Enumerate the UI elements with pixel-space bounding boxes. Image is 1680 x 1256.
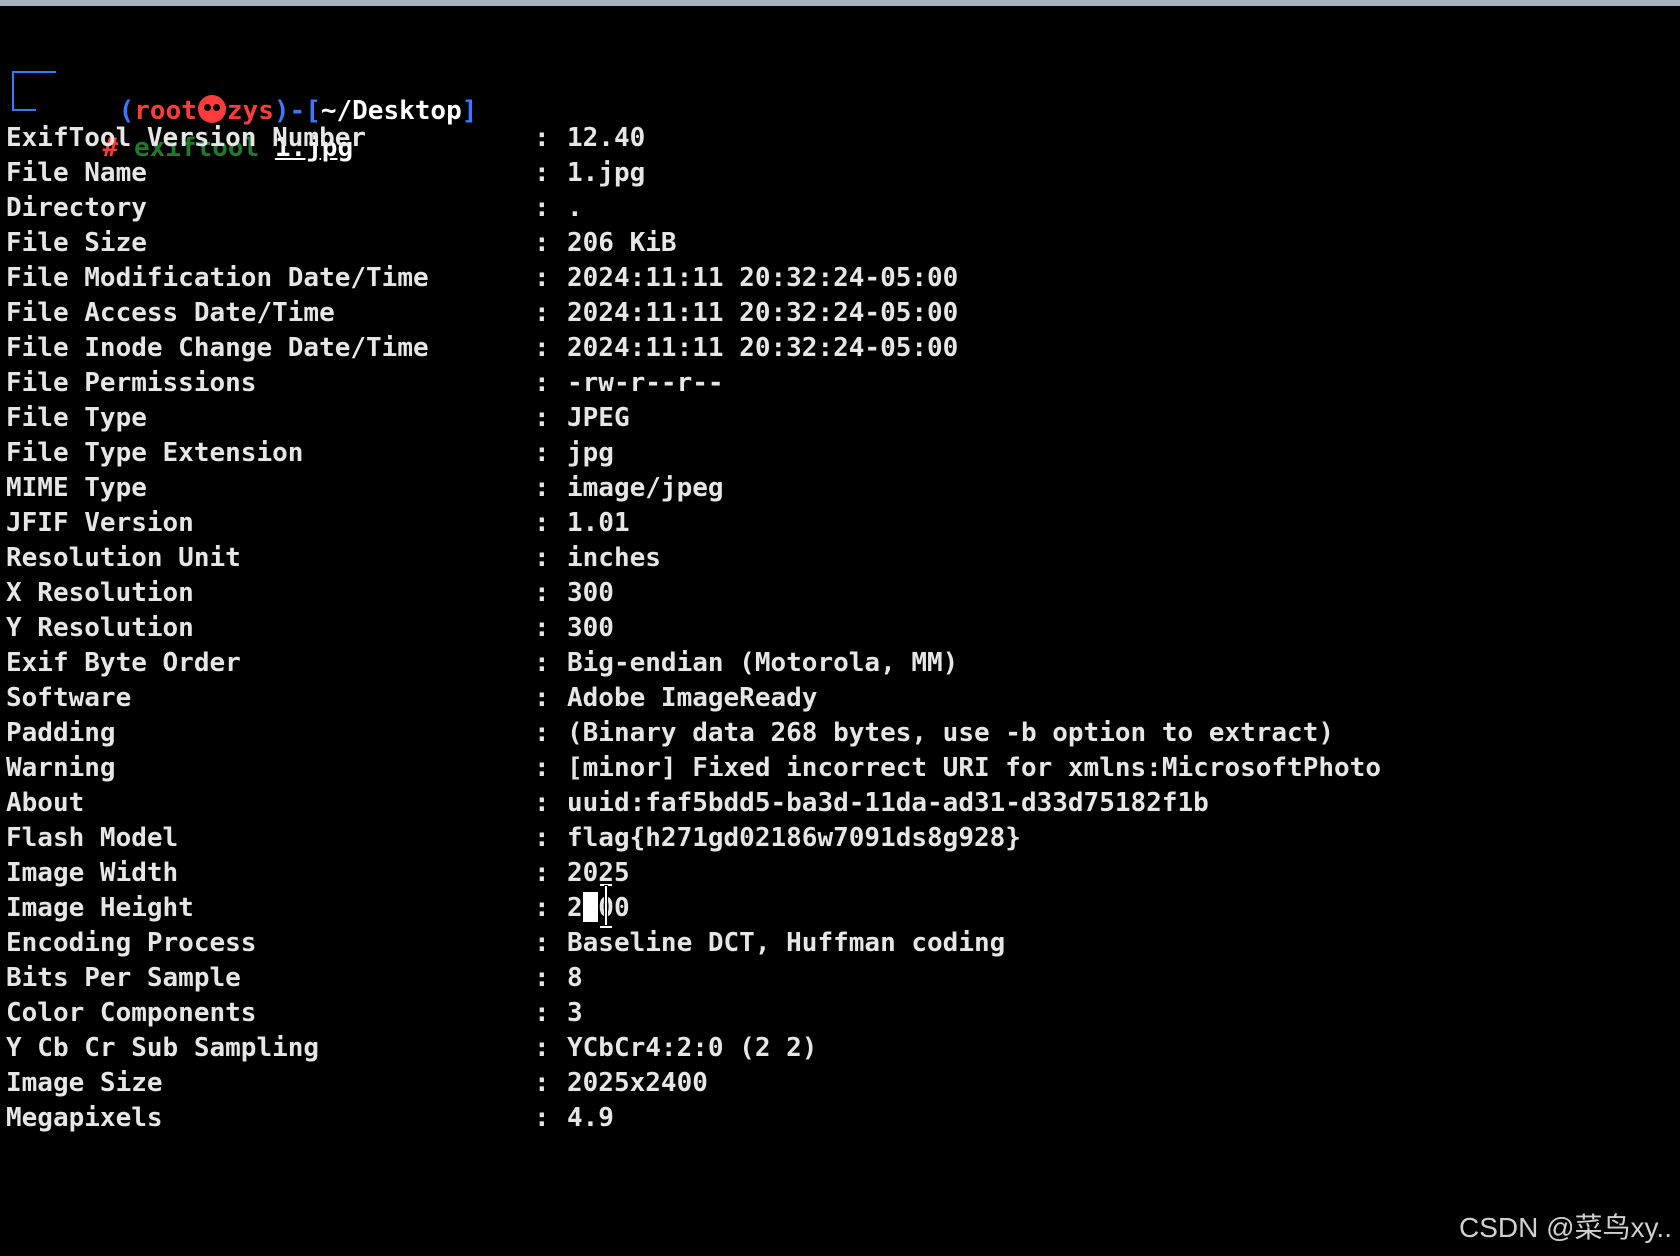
exif-key: Resolution Unit: [6, 543, 241, 573]
exif-separator: :: [534, 543, 550, 573]
exif-key: Software: [6, 683, 132, 713]
terminal-output[interactable]: (root zys)-[~/Desktop] # exiftool 1.jpg E…: [6, 55, 1666, 1250]
exif-separator: :: [534, 1033, 550, 1063]
exif-key: Encoding Process: [6, 928, 257, 958]
exif-key: Image Height: [6, 893, 194, 923]
exif-separator: :: [534, 473, 550, 503]
window-top-border: [0, 0, 1680, 6]
exif-key: ExifTool Version Number: [6, 123, 367, 153]
exif-separator: :: [534, 858, 550, 888]
exif-value: Baseline DCT, Huffman coding: [567, 928, 1006, 958]
exif-key: Y Resolution: [6, 613, 194, 643]
exif-key: Bits Per Sample: [6, 963, 241, 993]
exif-value: Adobe ImageReady: [567, 683, 818, 713]
exif-key: Image Size: [6, 1068, 163, 1098]
exif-key: Exif Byte Order: [6, 648, 241, 678]
exif-value: flag{h271gd02186w7091ds8g928}: [567, 823, 1021, 853]
exif-key: File Access Date/Time: [6, 298, 335, 328]
exif-value: inches: [567, 543, 661, 573]
exif-separator: :: [534, 438, 550, 468]
exif-value: 1.01: [567, 508, 630, 538]
exif-key: Warning: [6, 753, 116, 783]
exif-separator: :: [534, 998, 550, 1028]
exif-key: File Inode Change Date/Time: [6, 333, 429, 363]
exif-separator: :: [534, 928, 550, 958]
exif-separator: :: [534, 823, 550, 853]
exif-key: File Permissions: [6, 368, 257, 398]
exif-separator: :: [534, 1103, 550, 1133]
exif-value: uuid:faf5bdd5-ba3d-11da-ad31-d33d75182f1…: [567, 788, 1209, 818]
exif-key: Y Cb Cr Sub Sampling: [6, 1033, 320, 1063]
exif-key: X Resolution: [6, 578, 194, 608]
watermark: CSDN @菜鸟xy..: [1458, 1212, 1672, 1243]
exif-separator: :: [534, 158, 550, 188]
exif-value: 206 KiB: [567, 228, 677, 258]
exif-value: 2024:11:11 20:32:24-05:00: [567, 298, 959, 328]
exif-value: 1.jpg: [567, 158, 646, 188]
exif-separator: :: [534, 123, 550, 153]
exif-separator: :: [534, 1068, 550, 1098]
exif-key: File Modification Date/Time: [6, 263, 429, 293]
exif-separator: :: [534, 263, 550, 293]
exif-value: (Binary data 268 bytes, use -b option to…: [567, 718, 1335, 748]
exif-key: MIME Type: [6, 473, 147, 503]
exif-separator: :: [534, 403, 550, 433]
exif-separator: :: [534, 963, 550, 993]
exif-separator: :: [534, 718, 550, 748]
exif-key: File Type Extension: [6, 438, 304, 468]
exif-separator: :: [534, 228, 550, 258]
exif-separator: :: [534, 788, 550, 818]
exif-key: File Name: [6, 158, 147, 188]
exif-separator: :: [534, 613, 550, 643]
prompt-header: (root zys)-[~/Desktop]: [56, 55, 477, 126]
exif-key: Megapixels: [6, 1103, 163, 1133]
exif-separator: :: [534, 193, 550, 223]
exif-value: YCbCr4:2:0 (2 2): [567, 1033, 818, 1063]
exif-value: 12.40: [567, 123, 646, 153]
exif-value: 3: [567, 998, 583, 1028]
exif-key: Color Components: [6, 998, 257, 1028]
exif-separator: :: [534, 683, 550, 713]
exif-separator: :: [534, 368, 550, 398]
exif-value: 8: [567, 963, 583, 993]
exif-value: 4.9: [567, 1103, 614, 1133]
exif-value: [minor] Fixed incorrect URI for xmlns:Mi…: [567, 753, 1381, 783]
exif-value: 300: [567, 613, 614, 643]
exif-key: File Type: [6, 403, 147, 433]
exif-separator: :: [534, 648, 550, 678]
text-selection-block: [583, 892, 598, 922]
exif-key: Image Width: [6, 858, 179, 888]
exif-value: JPEG: [567, 403, 630, 433]
exif-key: Flash Model: [6, 823, 179, 853]
exif-key: File Size: [6, 228, 147, 258]
exif-value: 2024:11:11 20:32:24-05:00: [567, 263, 959, 293]
exif-key: Directory: [6, 193, 147, 223]
exif-value: 300: [567, 578, 614, 608]
exif-key: JFIF Version: [6, 508, 194, 538]
exif-separator: :: [534, 578, 550, 608]
ibeam-cursor-icon: [598, 884, 614, 928]
exif-key: About: [6, 788, 85, 818]
exif-separator: :: [534, 753, 550, 783]
exif-value: -rw-r--r--: [567, 368, 724, 398]
exif-separator: :: [534, 893, 550, 923]
exif-value: jpg: [567, 438, 614, 468]
exif-separator: :: [534, 508, 550, 538]
exif-separator: :: [534, 298, 550, 328]
exif-value: .: [567, 193, 583, 223]
exif-value: 2024:11:11 20:32:24-05:00: [567, 333, 959, 363]
exif-separator: :: [534, 333, 550, 363]
exif-value: 2025x2400: [567, 1068, 708, 1098]
exif-value: Big-endian (Motorola, MM): [567, 648, 959, 678]
exif-key: Padding: [6, 718, 116, 748]
prompt-close-bracket: ]: [461, 95, 478, 126]
exif-value: image/jpeg: [567, 473, 724, 503]
